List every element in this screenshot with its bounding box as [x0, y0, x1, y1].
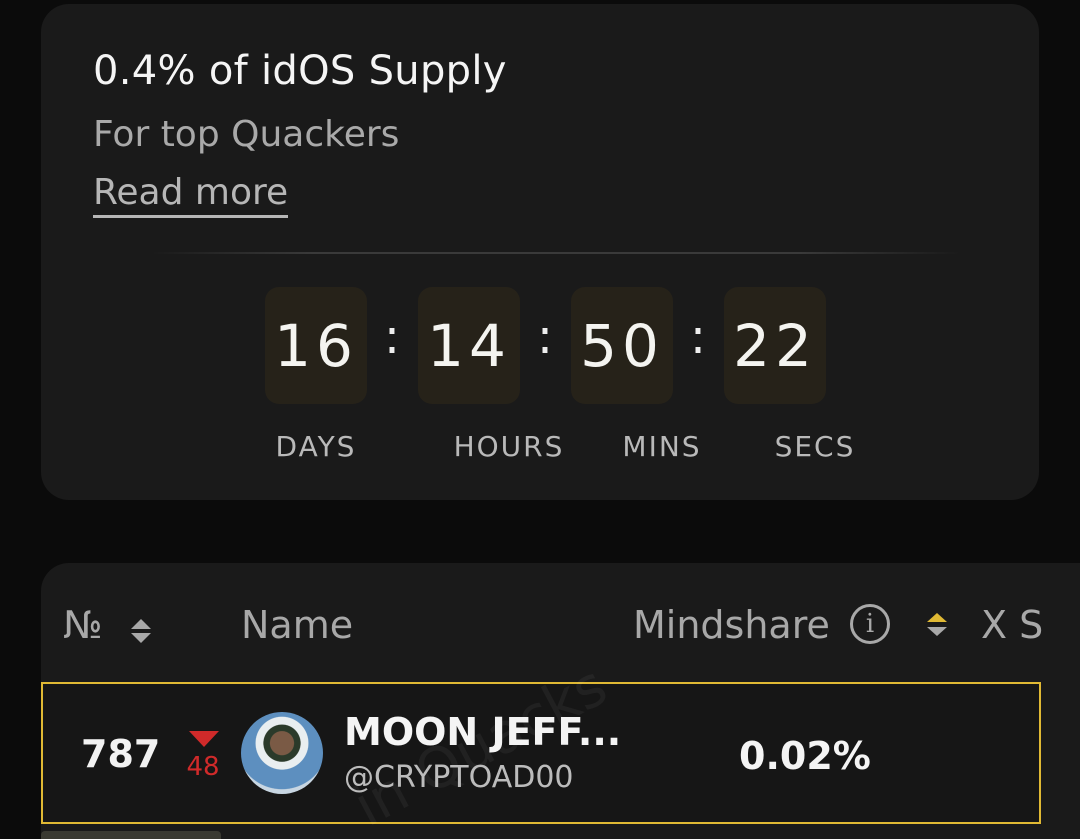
- countdown-separator: :: [536, 309, 554, 365]
- countdown-mins-label: MINS: [622, 430, 702, 463]
- countdown-secs-label: SECS: [774, 430, 856, 463]
- divider: [151, 252, 961, 254]
- column-header-name[interactable]: Name: [241, 603, 353, 647]
- avatar[interactable]: [241, 712, 323, 794]
- countdown-hours-label: HOURS: [453, 430, 565, 463]
- countdown-timer: 16 : 14 : 50 : 22 DAYS HOURS MINS SECS: [265, 287, 853, 477]
- column-header-rank[interactable]: №: [63, 603, 103, 647]
- reward-title: 0.4% of idOS Supply: [93, 48, 507, 94]
- user-handle[interactable]: @CRYPTOAD00: [344, 760, 574, 795]
- countdown-separator: :: [383, 309, 401, 365]
- countdown-separator: :: [689, 309, 707, 365]
- countdown-mins-tile: 50: [571, 287, 673, 404]
- column-header-mindshare[interactable]: Mindshare: [633, 603, 830, 647]
- countdown-secs-tile: 22: [724, 287, 826, 404]
- next-row-edge: [41, 831, 221, 839]
- user-name[interactable]: MOON JEFF...: [344, 710, 621, 754]
- sort-icon[interactable]: [129, 615, 153, 647]
- info-icon[interactable]: i: [850, 604, 890, 644]
- rank-delta: 48: [186, 752, 220, 782]
- reward-card: 0.4% of idOS Supply For top Quackers Rea…: [41, 4, 1039, 500]
- sort-active-icon[interactable]: [925, 609, 949, 641]
- countdown-days-tile: 16: [265, 287, 367, 404]
- rank-value: 787: [81, 732, 161, 776]
- read-more-link[interactable]: Read more: [93, 172, 289, 218]
- mindshare-value: 0.02%: [739, 734, 871, 778]
- leaderboard-table: № Name Mindshare i X S in Quacks 787 48 …: [41, 563, 1080, 839]
- countdown-hours-tile: 14: [418, 287, 520, 404]
- leaderboard-row-current-user[interactable]: in Quacks 787 48 MOON JEFF... @CRYPTOAD0…: [41, 653, 1041, 839]
- reward-subtitle: For top Quackers: [93, 114, 400, 155]
- column-header-x-score[interactable]: X S: [981, 603, 1043, 647]
- countdown-days-label: DAYS: [275, 430, 357, 463]
- rank-down-arrow-icon: [189, 731, 219, 747]
